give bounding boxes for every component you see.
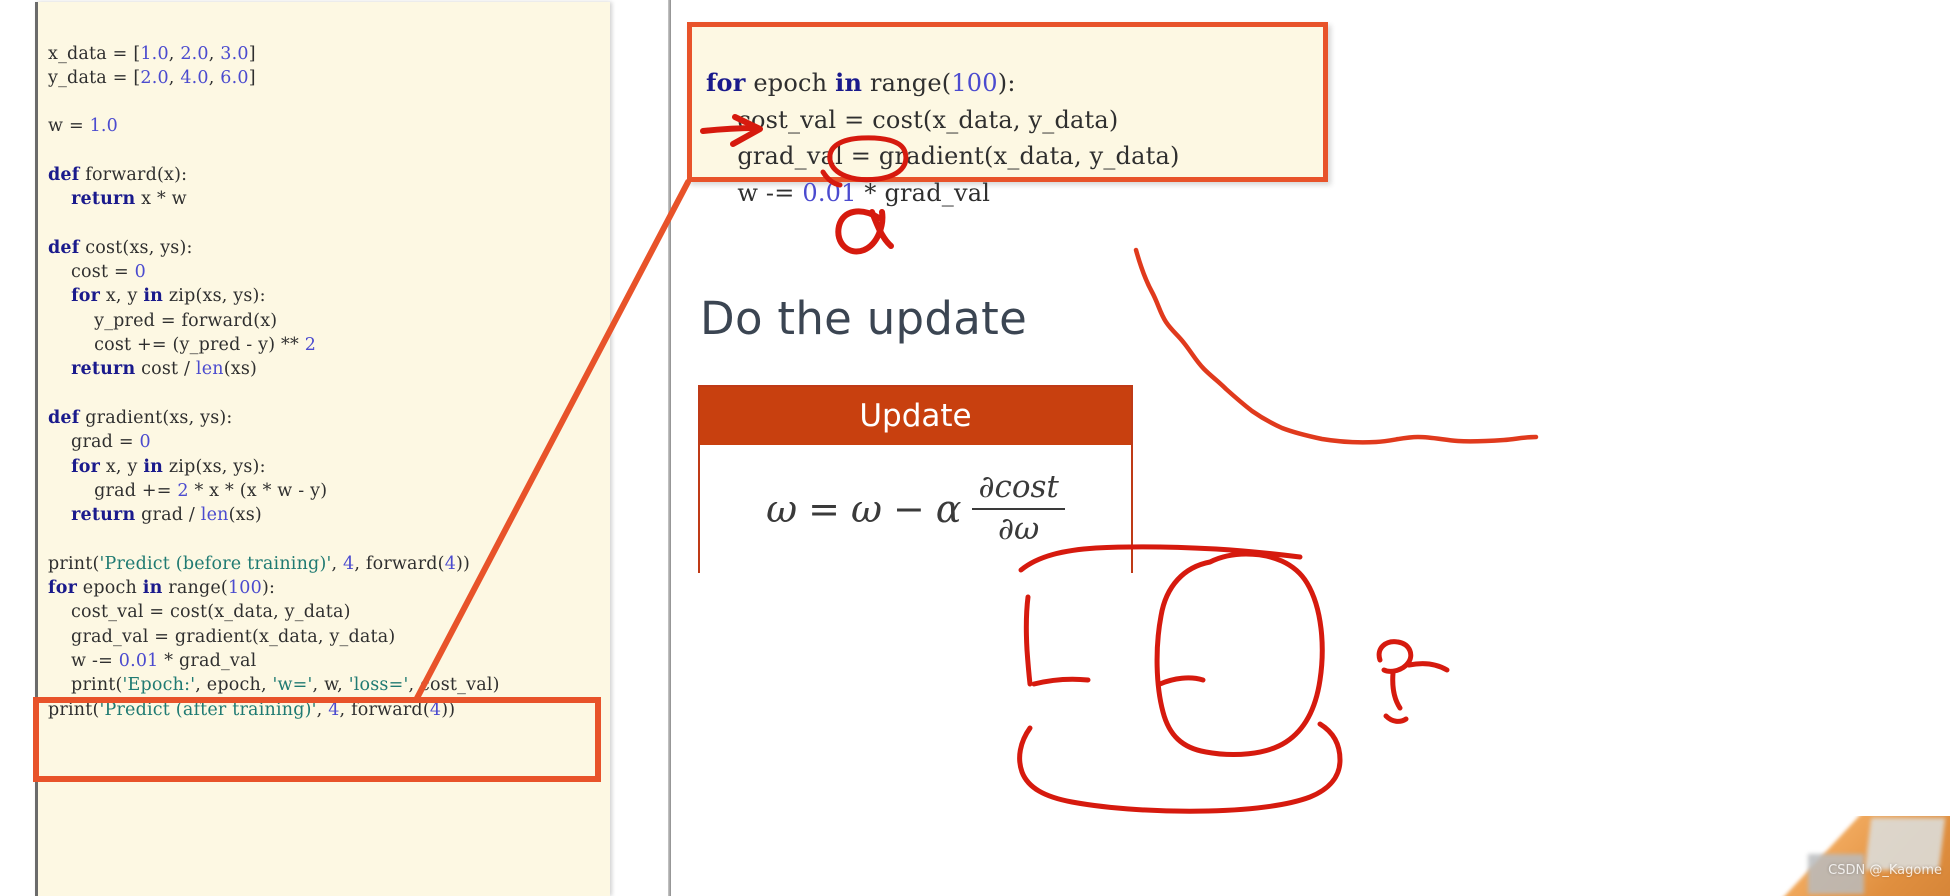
left-code-panel: x_data = [1.0, 2.0, 3.0] y_data = [2.0, …	[35, 2, 610, 896]
formula-alpha: α	[935, 487, 962, 531]
bottom-sweep-mark	[1017, 721, 1343, 814]
slide-edge-divider	[668, 0, 671, 896]
question-mark-annotation	[1376, 639, 1450, 724]
formula-lhs-omega: ω	[766, 487, 798, 531]
page-title: Do the update	[700, 292, 1028, 345]
training-loop-code: for epoch in range(100): cost_val = cost…	[706, 68, 1180, 207]
partial-derivative-circle	[1154, 551, 1325, 758]
formula-equals: =	[808, 487, 840, 531]
formula-partial-fraction: ∂cost ∂ω	[972, 469, 1065, 548]
left-code-listing: x_data = [1.0, 2.0, 3.0] y_data = [2.0, …	[48, 43, 500, 720]
photo-corner-thumbnail	[1750, 816, 1950, 896]
watermark-label: CSDN @_Kagome	[1828, 863, 1942, 878]
alpha-annotation-glyph	[835, 208, 894, 255]
update-table-body: ω = ω − α ∂cost ∂ω	[700, 445, 1131, 573]
update-table: Update ω = ω − α ∂cost ∂ω	[698, 385, 1133, 573]
formula-minus: −	[892, 487, 925, 531]
update-formula: ω = ω − α ∂cost ∂ω	[766, 469, 1065, 548]
loss-curve-sketch	[1133, 247, 1539, 445]
training-loop-callout-box: for epoch in range(100): cost_val = cost…	[687, 22, 1328, 207]
alpha-underline-mark	[1157, 675, 1206, 687]
slide-canvas: x_data = [1.0, 2.0, 3.0] y_data = [2.0, …	[0, 0, 1950, 896]
formula-numerator: ∂cost	[978, 469, 1059, 506]
formula-vertical-bar-mark	[1023, 594, 1033, 687]
omega-underline-mark	[1031, 676, 1091, 687]
formula-term-omega: ω	[850, 487, 882, 531]
update-table-header: Update	[700, 387, 1131, 445]
formula-denominator: ∂ω	[998, 511, 1040, 548]
formula-fraction-bar	[972, 507, 1065, 511]
